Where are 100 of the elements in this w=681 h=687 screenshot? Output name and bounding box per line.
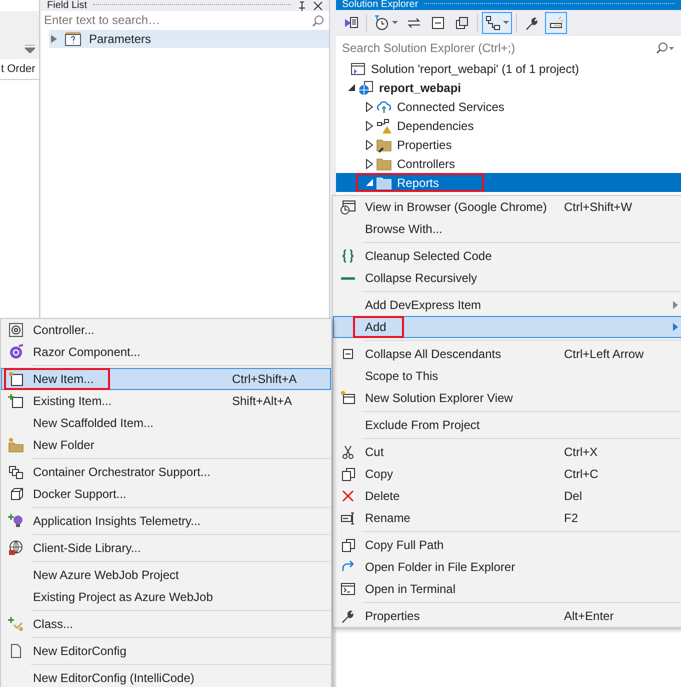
- braces-icon: [340, 248, 356, 264]
- menu-item[interactable]: Add: [333, 316, 681, 338]
- add-file-icon: [8, 393, 24, 409]
- menu-item[interactable]: New EditorConfig (IntelliCode): [1, 667, 331, 687]
- panel-title: Solution Explorer: [342, 0, 418, 10]
- delete-icon: [340, 488, 356, 504]
- tree-view-icon: [485, 15, 501, 31]
- history-icon: [374, 15, 390, 31]
- menu-item[interactable]: Container Orchestrator Support...: [1, 461, 331, 483]
- new-folder-icon: [8, 437, 24, 453]
- wrench-icon: [340, 608, 356, 624]
- tree-label: Solution 'report_webapi' (1 of 1 project): [371, 62, 580, 76]
- terminal-icon: [340, 581, 356, 597]
- collapse-icon: [340, 346, 356, 362]
- menu-item[interactable]: Application Insights Telemetry...: [1, 510, 331, 532]
- menu-item[interactable]: Copy Ctrl+C: [333, 463, 681, 485]
- shortcut-text: Del: [564, 489, 582, 503]
- menu-item[interactable]: Open Folder in File Explorer: [333, 556, 681, 578]
- shortcut-text: F2: [564, 511, 578, 525]
- menu-item[interactable]: Existing Project as Azure WebJob: [1, 586, 331, 608]
- tree-item[interactable]: Controllers: [336, 154, 681, 173]
- filter-icon[interactable]: [25, 45, 35, 53]
- expanded-arrow-icon[interactable]: [348, 84, 354, 91]
- menu-item[interactable]: View in Browser (Google Chrome) Ctrl+Shift+W: [333, 196, 681, 218]
- menu-item[interactable]: Client-Side Library...: [1, 537, 331, 559]
- menu-item[interactable]: Collapse All Descendants Ctrl+Left Arrow: [333, 343, 681, 365]
- tree-item[interactable]: Solution 'report_webapi' (1 of 1 project): [336, 59, 681, 78]
- globe-icon: [8, 540, 24, 556]
- menu-item[interactable]: Delete Del: [333, 485, 681, 507]
- menu-item[interactable]: Class...: [1, 613, 331, 635]
- menu-item[interactable]: New Item... Ctrl+Shift+A: [1, 368, 331, 390]
- menu-item[interactable]: Copy Full Path: [333, 534, 681, 556]
- menu-item[interactable]: Docker Support...: [1, 483, 331, 505]
- tree-item[interactable]: report_webapi: [336, 78, 681, 97]
- tree-item[interactable]: Reports: [336, 173, 681, 192]
- cloud-icon: [376, 98, 392, 114]
- tree-item[interactable]: Parameters: [49, 30, 329, 48]
- menu-item[interactable]: Collapse Recursively: [333, 267, 681, 289]
- menu-item[interactable]: New EditorConfig: [1, 640, 331, 662]
- tree-item[interactable]: Properties: [336, 135, 681, 154]
- dependencies-icon: [376, 118, 392, 134]
- collapsed-arrow-icon[interactable]: [366, 102, 372, 112]
- shortcut-text: Ctrl+X: [564, 445, 598, 459]
- menu-item[interactable]: Add DevExpress Item: [333, 294, 681, 316]
- menu-item[interactable]: Open in Terminal: [333, 578, 681, 600]
- solution-window-icon: [343, 15, 359, 31]
- column-header[interactable]: t Order: [0, 59, 39, 80]
- collapsed-arrow-icon[interactable]: [366, 158, 372, 168]
- menu-item[interactable]: Razor Component...: [1, 341, 331, 363]
- browser-window-icon: [340, 199, 356, 215]
- tree-item[interactable]: Dependencies: [336, 116, 681, 135]
- parameter-icon: [65, 31, 81, 47]
- panel-title: Field List: [47, 0, 88, 11]
- menu-item[interactable]: Rename F2: [333, 507, 681, 529]
- search-icon: [656, 42, 674, 54]
- wrench-icon: [524, 15, 540, 31]
- highlight-frame: [353, 316, 404, 338]
- caret-icon: [503, 21, 509, 25]
- copy-icon: [340, 537, 356, 553]
- menu-item[interactable]: New Solution Explorer View: [333, 387, 681, 409]
- box-icon: [8, 486, 24, 502]
- shortcut-text: Ctrl+C: [564, 467, 598, 481]
- new-item-icon: [8, 371, 24, 387]
- collapsed-arrow-icon[interactable]: [366, 140, 372, 150]
- menu-item[interactable]: New Scaffolded Item...: [1, 412, 331, 434]
- shortcut-text: Alt+Enter: [564, 609, 614, 623]
- caret-icon: [392, 21, 398, 25]
- collapsed-arrow-icon[interactable]: [366, 120, 372, 130]
- menu-item[interactable]: Controller...: [1, 319, 331, 341]
- folder-wrench-icon: [376, 136, 392, 152]
- menu-item[interactable]: New Azure WebJob Project: [1, 564, 331, 586]
- menu-item[interactable]: Exclude From Project: [333, 414, 681, 436]
- submenu-arrow-icon: [672, 301, 678, 309]
- search-icon: [312, 15, 324, 27]
- new-window-icon: [340, 390, 356, 406]
- document-icon: [8, 643, 24, 659]
- shortcut-text: Ctrl+Shift+W: [564, 200, 632, 214]
- menu-item[interactable]: New Folder: [1, 434, 331, 456]
- shortcut-text: Ctrl+Shift+A: [232, 372, 297, 386]
- windows-icon: [454, 15, 470, 31]
- tree-item[interactable]: Connected Services: [336, 97, 681, 116]
- menu-item[interactable]: Existing Item... Shift+Alt+A: [1, 390, 331, 412]
- globe-project-icon: [358, 80, 374, 96]
- submenu-arrow-icon: [672, 323, 678, 331]
- shortcut-text: Ctrl+Left Arrow: [564, 347, 644, 361]
- solution-icon: [350, 60, 366, 76]
- containers-icon: [8, 464, 24, 480]
- dash-icon: [341, 276, 355, 280]
- menu-item[interactable]: Browse With...: [333, 218, 681, 240]
- tree-view-button[interactable]: [482, 12, 512, 34]
- menu-item[interactable]: Properties Alt+Enter: [333, 605, 681, 627]
- menu-item[interactable]: Cleanup Selected Code: [333, 245, 681, 267]
- copy-icon: [340, 466, 356, 482]
- close-icon[interactable]: [313, 0, 323, 10]
- menu-item[interactable]: Scope to This: [333, 365, 681, 387]
- pin-icon[interactable]: [297, 0, 307, 10]
- menu-item[interactable]: Cut Ctrl+X: [333, 441, 681, 463]
- lightbulb-icon: [8, 513, 24, 529]
- expand-arrow-icon[interactable]: [51, 35, 57, 43]
- folder-icon: [376, 174, 392, 190]
